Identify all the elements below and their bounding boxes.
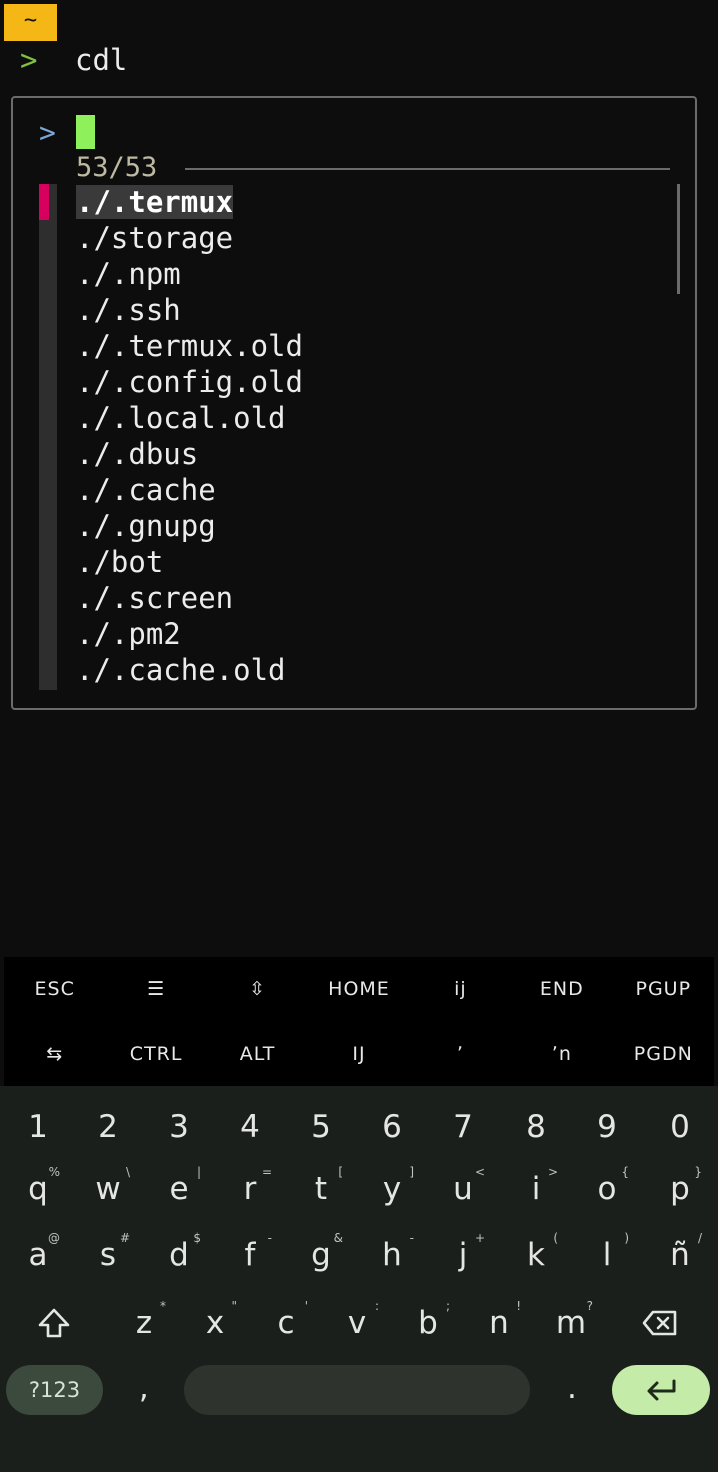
fzf-result-item[interactable]: ./.npm [76, 256, 303, 292]
session-tab-badge[interactable]: ~ [4, 4, 57, 41]
symbols-key[interactable]: ?123 [6, 1365, 103, 1415]
fzf-result-item[interactable]: ./.cache.old [76, 652, 303, 688]
key-t[interactable]: t[ [291, 1159, 351, 1219]
key-h[interactable]: h- [362, 1225, 422, 1285]
fzf-scrollbar[interactable] [677, 184, 680, 294]
shift-key[interactable] [24, 1293, 84, 1353]
shift-arrows-key[interactable]: ⇳ [207, 957, 308, 1022]
left-key[interactable]: IJ [308, 1022, 409, 1087]
fzf-result-item[interactable]: ./.cache [76, 472, 303, 508]
down-key[interactable]: ʼ [410, 1022, 511, 1087]
fzf-result-item[interactable]: ./.ssh [76, 292, 303, 328]
key-o[interactable]: o{ [577, 1159, 637, 1219]
key-j[interactable]: j + [433, 1225, 493, 1285]
soft-keyboard: 1 2 3 4 5 6 7 8 9 0 q% w \ e | r = t[ y] u <… [0, 1086, 718, 1472]
shell-command-line: > cdl [20, 42, 127, 78]
key-m[interactable]: m? [541, 1293, 601, 1353]
key-z[interactable]: z * [114, 1293, 174, 1353]
fzf-result-item[interactable]: ./.dbus [76, 436, 303, 472]
key-0[interactable]: 0 [650, 1097, 710, 1157]
fzf-match-count: 53/53 [76, 152, 158, 183]
enter-icon [647, 1379, 676, 1401]
fzf-gutter [39, 184, 57, 690]
key-u[interactable]: u < [433, 1159, 493, 1219]
key-d[interactable]: d $ [149, 1225, 209, 1285]
extra-keys-bar: ESC ☰ ⇳ HOME ij END PGUP ⇆ CTRL ALT IJ ʼ… [4, 957, 714, 1086]
key-g[interactable]: g & [291, 1225, 351, 1285]
keyboard-number-row: 1 2 3 4 5 6 7 8 9 0 [0, 1097, 718, 1157]
right-key[interactable]: ʼn [511, 1022, 612, 1087]
shell-prompt-symbol: > [20, 43, 38, 77]
key-b[interactable]: b; [398, 1293, 458, 1353]
alt-key[interactable]: ALT [207, 1022, 308, 1087]
enter-key[interactable] [612, 1365, 710, 1415]
comma-key[interactable]: , [124, 1365, 164, 1415]
fzf-result-item[interactable]: ./.config.old [76, 364, 303, 400]
key-1[interactable]: 1 [8, 1097, 68, 1157]
drawer-menu-key[interactable]: ☰ [105, 957, 206, 1022]
key-x[interactable]: x " [185, 1293, 245, 1353]
up-key[interactable]: ij [410, 957, 511, 1022]
key-r[interactable]: r = [220, 1159, 280, 1219]
keyboard-q-row: q% w \ e | r = t[ y] u < i > o{ p} [0, 1159, 718, 1219]
key-4[interactable]: 4 [220, 1097, 280, 1157]
fzf-result-item[interactable]: ./.gnupg [76, 508, 303, 544]
key-2[interactable]: 2 [78, 1097, 138, 1157]
key-y[interactable]: y] [362, 1159, 422, 1219]
ctrl-key[interactable]: CTRL [105, 1022, 206, 1087]
fzf-result-item[interactable]: ./.screen [76, 580, 303, 616]
key-k[interactable]: k( [506, 1225, 566, 1285]
backspace-icon [642, 1310, 677, 1336]
home-key[interactable]: HOME [308, 957, 409, 1022]
key-a[interactable]: a @ [8, 1225, 68, 1285]
key-l[interactable]: l) [577, 1225, 637, 1285]
key-i[interactable]: i > [506, 1159, 566, 1219]
key-3[interactable]: 3 [149, 1097, 209, 1157]
fzf-result-item[interactable]: ./.termux [76, 184, 303, 220]
key-9[interactable]: 9 [577, 1097, 637, 1157]
key-5[interactable]: 5 [291, 1097, 351, 1157]
key-8[interactable]: 8 [506, 1097, 566, 1157]
shift-icon [38, 1308, 70, 1338]
fzf-result-item[interactable]: ./storage [76, 220, 303, 256]
fzf-selection-marker [39, 184, 49, 220]
key-e[interactable]: e | [149, 1159, 209, 1219]
tab-key[interactable]: ⇆ [4, 1022, 105, 1087]
key-p[interactable]: p} [650, 1159, 710, 1219]
end-key[interactable]: END [511, 957, 612, 1022]
fzf-result-item[interactable]: ./.local.old [76, 400, 303, 436]
keyboard-a-row: a @ s # d $ f- g & h- j + k( l) ñ / [0, 1225, 718, 1285]
fzf-result-item[interactable]: ./.termux.old [76, 328, 303, 364]
shell-command-text: cdl [75, 43, 128, 77]
fzf-result-list: ./.termux ./storage ./.npm ./.ssh ./.ter… [76, 184, 303, 688]
space-key[interactable] [184, 1365, 530, 1415]
fzf-result-item[interactable]: ./.pm2 [76, 616, 303, 652]
pgdn-key[interactable]: PGDN [613, 1022, 714, 1087]
key-n[interactable]: n! [469, 1293, 529, 1353]
pgup-key[interactable]: PGUP [613, 957, 714, 1022]
keyboard-z-row: z * x " c ' v: b; n! m? [0, 1293, 718, 1353]
key-v[interactable]: v: [327, 1293, 387, 1353]
key-n-tilde[interactable]: ñ / [650, 1225, 710, 1285]
fzf-prompt-symbol: > [39, 116, 56, 149]
key-s[interactable]: s # [78, 1225, 138, 1285]
fzf-result-item[interactable]: ./bot [76, 544, 303, 580]
key-q[interactable]: q% [8, 1159, 68, 1219]
fzf-query-cursor[interactable] [76, 115, 95, 149]
fzf-finder-window: > 53/53 ./.termux ./storage ./.npm ./.ss… [11, 96, 697, 710]
key-6[interactable]: 6 [362, 1097, 422, 1157]
key-w[interactable]: w \ [78, 1159, 138, 1219]
key-c[interactable]: c ' [256, 1293, 316, 1353]
backspace-key[interactable] [630, 1293, 690, 1353]
period-key[interactable]: . [552, 1365, 592, 1415]
fzf-info-divider [185, 168, 670, 170]
key-7[interactable]: 7 [433, 1097, 493, 1157]
esc-key[interactable]: ESC [4, 957, 105, 1022]
key-f[interactable]: f- [220, 1225, 280, 1285]
